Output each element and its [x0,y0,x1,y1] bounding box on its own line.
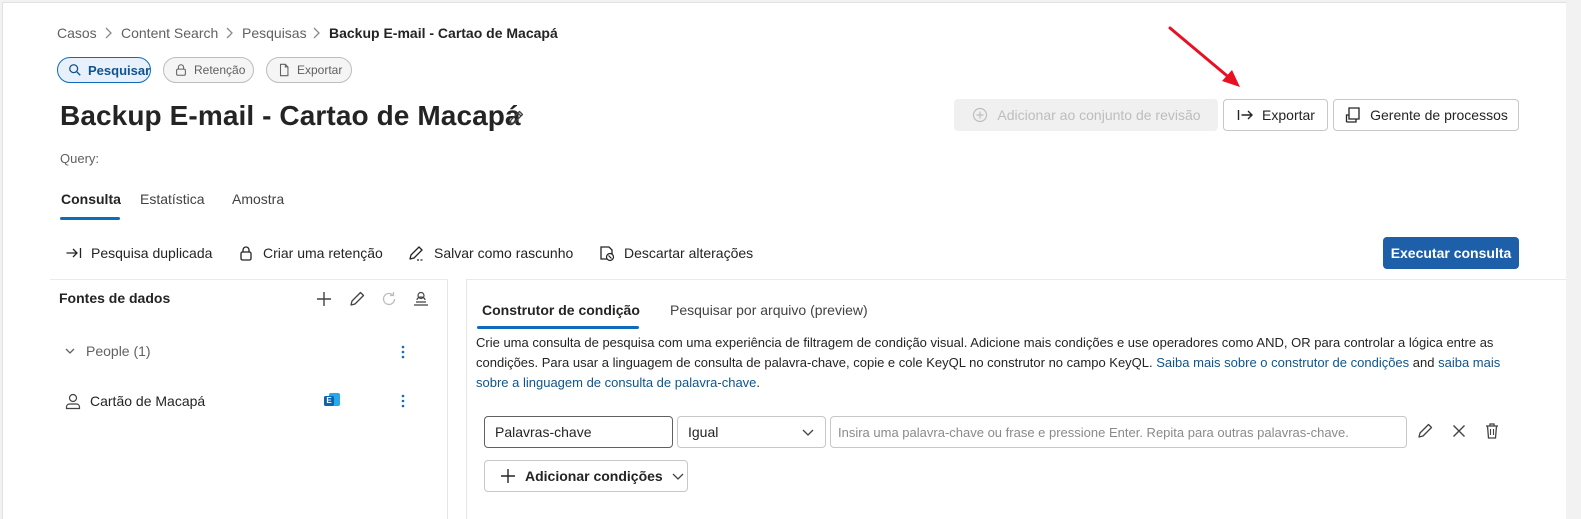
delete-trash-icon[interactable] [1482,421,1502,441]
duplicate-search-label: Pesquisa duplicada [91,245,213,261]
search-icon [69,64,81,76]
breadcrumb-content-search[interactable]: Content Search [121,24,218,42]
chevron-right-icon [105,27,112,39]
condition-builder-help-link[interactable]: Saiba mais sobre o construtor de condiçõ… [1156,355,1409,370]
source-row[interactable]: Cartão de Macapá [64,392,205,410]
add-icon[interactable] [314,289,334,309]
builder-description-and: and [1409,355,1439,370]
keyword-input[interactable]: Insira uma palavra-chave ou frase e pres… [830,416,1407,448]
exchange-icon: E [323,392,341,410]
chevron-right-icon [226,27,233,39]
lock-icon [176,64,186,76]
chevron-down-icon [65,348,75,354]
exchange-badge-letter: E [326,396,332,405]
export-button-label: Exportar [1262,107,1315,123]
annotation-arrow-icon [1168,26,1240,87]
duplicate-search-button[interactable]: Pesquisa duplicada [65,243,212,263]
edit-pencil-icon[interactable] [1415,421,1435,441]
export-arrow-icon [1237,110,1254,120]
builder-description: Crie uma consulta de pesquisa com uma ex… [476,333,1536,393]
arrow-to-right-icon [66,248,82,258]
builder-description-end: . [756,375,761,390]
run-query-button[interactable]: Executar consulta [1383,237,1519,269]
save-draft-button[interactable]: Salvar como rascunho [408,243,573,263]
pill-search[interactable]: Pesquisar [57,57,151,83]
document-icon [279,63,289,77]
add-circle-icon [973,107,988,123]
discard-document-icon [600,246,615,262]
source-name: Cartão de Macapá [90,393,206,409]
page-title: Backup E-mail - Cartao de Macapá [60,100,521,131]
add-to-review-set-label: Adicionar ao conjunto de revisão [997,107,1201,123]
add-conditions-button[interactable]: Adicionar condições [484,460,688,492]
discard-changes-button[interactable]: Descartar alterações [598,243,753,263]
refresh-icon[interactable] [379,289,399,309]
query-label: Query: [60,151,100,166]
condition-field-select[interactable]: Palavras-chave [484,416,673,448]
people-group-label: People (1) [86,343,151,359]
tab-estatistica[interactable]: Estatística [140,191,205,207]
tab-amostra[interactable]: Amostra [232,191,284,207]
condition-operator-value: Igual [688,424,719,440]
person-icon [65,393,81,410]
create-hold-label: Criar uma retenção [263,245,383,261]
edit-pencil-icon[interactable] [347,289,367,309]
manage-sources-icon[interactable] [411,289,431,309]
more-options-icon[interactable] [395,342,411,362]
chevron-down-icon [802,429,814,436]
condition-operator-select[interactable]: Igual [677,416,826,448]
breadcrumb-casos[interactable]: Casos [57,24,97,42]
more-options-icon[interactable] [395,391,411,411]
chevron-down-icon [672,473,684,480]
add-icon [501,469,515,483]
tab-consulta[interactable]: Consulta [61,191,121,207]
tab-active-indicator [60,217,120,220]
edit-pencil-icon[interactable] [506,108,526,128]
people-group-row[interactable]: People (1) [64,343,151,359]
add-conditions-label: Adicionar condições [525,468,663,484]
tab-condition-builder[interactable]: Construtor de condição [482,302,640,318]
pill-hold[interactable]: Retenção [163,57,254,83]
discard-changes-label: Descartar alterações [624,245,754,261]
pill-search-label: Pesquisar [88,62,151,78]
tab-search-by-file[interactable]: Pesquisar por arquivo (preview) [670,302,868,318]
chevron-right-icon [313,27,320,39]
pill-export[interactable]: Exportar [266,57,352,83]
breadcrumb-current: Backup E-mail - Cartao de Macapá [329,25,558,41]
process-manager-button[interactable]: Gerente de processos [1333,99,1519,131]
close-icon[interactable] [1449,421,1469,441]
breadcrumb-pesquisas[interactable]: Pesquisas [242,24,307,42]
data-sources-title: Fontes de dados [59,290,171,306]
draft-pencil-icon [409,246,424,261]
builder-tab-indicator [477,326,639,329]
pill-export-label: Exportar [297,63,343,77]
pill-hold-label: Retenção [194,63,246,77]
add-to-review-set-button[interactable]: Adicionar ao conjunto de revisão [954,99,1218,131]
save-draft-label: Salvar como rascunho [434,245,574,261]
process-document-icon [1345,107,1360,123]
process-manager-label: Gerente de processos [1370,107,1508,123]
lock-icon [240,246,252,261]
create-hold-button[interactable]: Criar uma retenção [237,243,383,263]
export-button[interactable]: Exportar [1223,99,1328,131]
